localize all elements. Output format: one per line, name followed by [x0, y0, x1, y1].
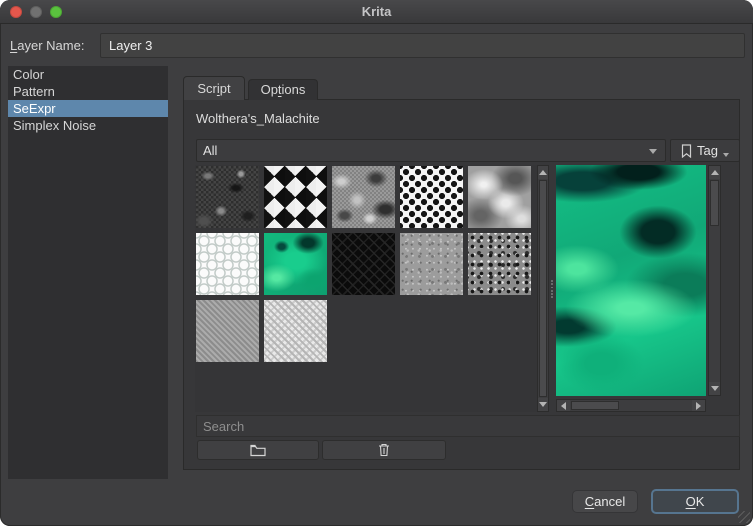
bookmark-icon	[681, 144, 692, 158]
list-item-simplex-noise[interactable]: Simplex Noise	[8, 117, 168, 134]
pattern-thumbnail-rock-dark[interactable]	[196, 166, 259, 228]
pattern-thumbnail-malachite[interactable]	[264, 233, 327, 295]
pattern-thumbnail-diagonal-weave[interactable]	[196, 300, 259, 362]
pattern-thumbnail-soft-clouds[interactable]	[468, 166, 531, 228]
preview-hscroll-thumb[interactable]	[571, 401, 619, 410]
tab-options[interactable]: Options	[248, 79, 318, 100]
pattern-thumbnail-concrete[interactable]	[400, 233, 463, 295]
krita-pattern-dialog: Krita Layer Name: ColorPatternSeExprSimp…	[0, 0, 753, 526]
splitter-handle[interactable]	[550, 280, 553, 298]
chevron-down-icon	[649, 149, 657, 154]
titlebar[interactable]: Krita	[0, 0, 753, 24]
pattern-thumbnail-gray-mottle[interactable]	[332, 166, 395, 228]
cancel-button[interactable]: Cancel	[572, 490, 638, 513]
resize-grip[interactable]	[738, 511, 750, 523]
trash-icon	[378, 443, 390, 457]
import-resource-button[interactable]	[197, 440, 319, 460]
scroll-up-icon[interactable]	[709, 166, 720, 179]
window-title: Krita	[0, 0, 753, 24]
scroll-up-icon[interactable]	[538, 166, 548, 179]
pattern-thumbnail-halftone-dots[interactable]	[400, 166, 463, 228]
tag-button[interactable]: Tag	[670, 139, 740, 162]
preview-scrollbar-vertical[interactable]	[708, 165, 721, 396]
preview-scrollbar-horizontal[interactable]	[556, 399, 706, 412]
pattern-grid[interactable]	[195, 165, 537, 412]
pattern-thumbnail-splatter[interactable]	[468, 233, 531, 295]
scroll-right-icon[interactable]	[692, 400, 705, 411]
delete-resource-button[interactable]	[322, 440, 446, 460]
pattern-thumbnail-ring-lattice[interactable]	[196, 233, 259, 295]
list-item-color[interactable]: Color	[8, 66, 168, 83]
grid-scrollbar-thumb[interactable]	[539, 180, 547, 397]
grid-scrollbar-vertical[interactable]	[537, 165, 549, 412]
list-item-seexpr[interactable]: SeExpr	[8, 100, 168, 117]
pattern-thumbnail-dark-maze[interactable]	[332, 233, 395, 295]
folder-icon	[250, 444, 266, 457]
pattern-preview-image	[556, 165, 706, 396]
tab-script[interactable]: Script	[183, 76, 245, 100]
tag-filter-combobox[interactable]: All	[196, 139, 666, 162]
tag-menu-caret-icon	[723, 153, 729, 157]
layer-name-label: Layer Name:	[10, 38, 84, 53]
list-item-pattern[interactable]: Pattern	[8, 83, 168, 100]
tag-filter-value: All	[203, 143, 217, 158]
generator-type-list[interactable]: ColorPatternSeExprSimplex Noise	[8, 66, 168, 479]
scroll-down-icon[interactable]	[709, 382, 720, 395]
current-pattern-name: Wolthera's_Malachite	[196, 111, 320, 126]
pattern-thumbnail-triangle-mosaic[interactable]	[264, 166, 327, 228]
layer-name-input[interactable]	[100, 33, 745, 58]
search-input[interactable]	[196, 415, 740, 437]
scroll-left-icon[interactable]	[557, 400, 570, 411]
tag-button-label: Tag	[697, 143, 718, 158]
pattern-thumbnail-houndstooth[interactable]	[264, 300, 327, 362]
scroll-down-icon[interactable]	[538, 398, 548, 411]
preview-vscroll-thumb[interactable]	[710, 180, 719, 226]
ok-button[interactable]: OK	[651, 489, 739, 514]
